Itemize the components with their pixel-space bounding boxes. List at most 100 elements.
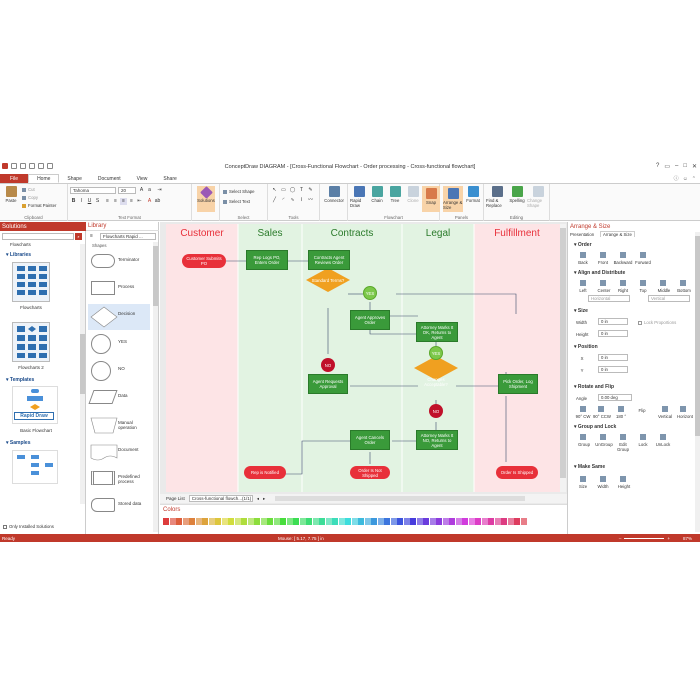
node-no-1[interactable]: NO <box>321 358 335 372</box>
libraries-section[interactable]: ▾ Libraries <box>6 252 31 258</box>
collapse-ribbon-icon[interactable]: ⌃ <box>692 176 696 182</box>
underline-icon[interactable]: U <box>86 198 93 205</box>
rotate-section[interactable]: ▾ Rotate and Flip <box>574 384 614 390</box>
color-swatch[interactable] <box>267 518 273 525</box>
clone-button[interactable]: Clone <box>404 186 422 203</box>
arrange-size-button[interactable]: Arrange & Size <box>443 186 463 212</box>
tab-file[interactable]: File <box>0 174 29 183</box>
color-swatch[interactable] <box>286 518 293 525</box>
node-rep-logs[interactable]: Rep Logs PO, Enters Order <box>246 250 288 270</box>
grow-font-icon[interactable]: A <box>138 187 145 194</box>
color-swatch[interactable] <box>241 518 247 525</box>
feedback-icon[interactable]: ☺ <box>683 176 688 182</box>
page-next-icon[interactable]: ▸ <box>263 496 265 502</box>
pointer-tool-icon[interactable]: ↖ <box>271 187 278 194</box>
align-center-button[interactable]: Center <box>596 288 612 293</box>
node-pick-order[interactable]: Pick Order, Log Shipment <box>498 374 538 394</box>
zoom-slider[interactable] <box>624 537 665 539</box>
node-no-2[interactable]: NO <box>429 404 443 418</box>
unlock-button[interactable]: UnLock <box>654 442 672 447</box>
color-swatch[interactable] <box>182 518 189 525</box>
page-prev-icon[interactable]: ◂ <box>257 496 259 502</box>
make-same-section[interactable]: ▾ Make Same <box>574 464 605 470</box>
rotate-180-icon[interactable] <box>618 406 624 412</box>
close-icon[interactable]: ✕ <box>692 163 697 170</box>
unlock-icon[interactable] <box>660 434 666 440</box>
back-button[interactable]: Back <box>576 260 590 265</box>
color-swatch[interactable] <box>280 518 286 525</box>
node-standard-terms[interactable]: Standard Terms? <box>310 272 346 288</box>
rapid-draw-button[interactable]: Rapid Draw <box>350 186 368 208</box>
align-middle-button[interactable]: Middle <box>656 288 672 293</box>
lib-decision[interactable]: Decision <box>88 304 150 330</box>
arrange-scroll-thumb[interactable] <box>695 236 700 436</box>
y-input[interactable]: 0 in <box>598 366 628 373</box>
color-swatch[interactable] <box>462 518 468 525</box>
color-swatch[interactable] <box>312 518 319 525</box>
align-top-button[interactable]: Top <box>636 288 650 293</box>
highlight-icon[interactable]: ab <box>154 198 161 205</box>
solutions-scrollbar[interactable] <box>80 244 85 504</box>
same-height-button[interactable]: Height <box>616 484 632 489</box>
node-order-shipped[interactable]: Order Is Shipped <box>496 466 538 479</box>
change-shape-button[interactable]: Change Shape <box>527 186 549 208</box>
page-list-label[interactable]: Page List <box>166 496 185 501</box>
size-section[interactable]: ▾ Size <box>574 308 588 314</box>
tab-document[interactable]: Document <box>90 174 129 183</box>
same-size-button[interactable]: Size <box>576 484 590 489</box>
polyline-tool-icon[interactable]: ⌇ <box>298 197 305 204</box>
color-swatch[interactable] <box>202 518 208 525</box>
flowcharts-library-thumb[interactable] <box>12 262 50 302</box>
backward-icon[interactable] <box>620 252 626 258</box>
curve-tool-icon[interactable]: ∿ <box>289 197 296 204</box>
library-scroll-thumb[interactable] <box>153 246 158 306</box>
edit-group-icon[interactable] <box>620 434 626 440</box>
edit-group-button[interactable]: Edit Group <box>616 442 630 452</box>
open-icon[interactable] <box>20 163 26 169</box>
font-family-select[interactable]: Tahoma <box>70 187 116 194</box>
pen-tool-icon[interactable]: ✎ <box>307 187 314 194</box>
cut-button[interactable]: Cut <box>22 187 35 192</box>
group-section[interactable]: ▾ Group and Lock <box>574 424 616 430</box>
color-swatch[interactable] <box>319 518 325 525</box>
samples-section[interactable]: ▾ Samples <box>6 440 30 446</box>
node-attorney-no[interactable]: Attorney Marks It NO, Returns to Agent <box>416 430 458 450</box>
color-swatch[interactable] <box>475 518 481 525</box>
color-swatch[interactable] <box>306 518 312 525</box>
connector-button[interactable]: Connector <box>324 186 344 203</box>
solutions-button[interactable]: Solutions <box>197 186 215 212</box>
distribute-vertical-select[interactable]: Vertical <box>648 295 690 302</box>
group-button[interactable]: Group <box>576 442 592 447</box>
color-swatch[interactable] <box>436 518 442 525</box>
lock-proportions-checkbox[interactable]: Lock Proportions <box>638 320 676 325</box>
align-justify-icon[interactable]: ≡ <box>120 198 127 205</box>
front-icon[interactable] <box>600 252 606 258</box>
color-swatch[interactable] <box>481 518 488 525</box>
height-input[interactable]: 0 in <box>598 330 628 337</box>
color-swatch[interactable] <box>163 518 169 525</box>
color-swatch[interactable] <box>208 518 215 525</box>
library-scrollbar[interactable] <box>153 242 158 532</box>
find-replace-button[interactable]: Find & Replace <box>486 186 508 208</box>
color-swatch[interactable] <box>358 518 364 525</box>
line-tool-icon[interactable]: ╱ <box>271 197 278 204</box>
color-swatch[interactable] <box>234 518 241 525</box>
align-left-icon[interactable] <box>580 280 586 286</box>
align-middle-icon[interactable] <box>660 280 666 286</box>
canvas-hscroll[interactable] <box>275 496 526 501</box>
backward-button[interactable]: Backward <box>612 260 634 265</box>
color-swatch[interactable] <box>416 518 423 525</box>
shrink-font-icon[interactable]: a <box>146 187 153 194</box>
same-height-icon[interactable] <box>620 476 626 482</box>
align-top-icon[interactable] <box>640 280 646 286</box>
color-swatch[interactable] <box>507 518 514 525</box>
lib-process[interactable]: Process <box>88 277 150 303</box>
flip-vertical-button[interactable]: Vertical <box>656 414 674 419</box>
color-swatch[interactable] <box>195 518 202 525</box>
color-swatch[interactable] <box>325 518 332 525</box>
zoom-controls[interactable]: – + <box>619 536 670 541</box>
maximize-icon[interactable]: □ <box>683 163 687 170</box>
color-swatch[interactable] <box>410 518 416 525</box>
color-swatch[interactable] <box>299 518 306 525</box>
format-button[interactable]: Format <box>464 186 482 203</box>
